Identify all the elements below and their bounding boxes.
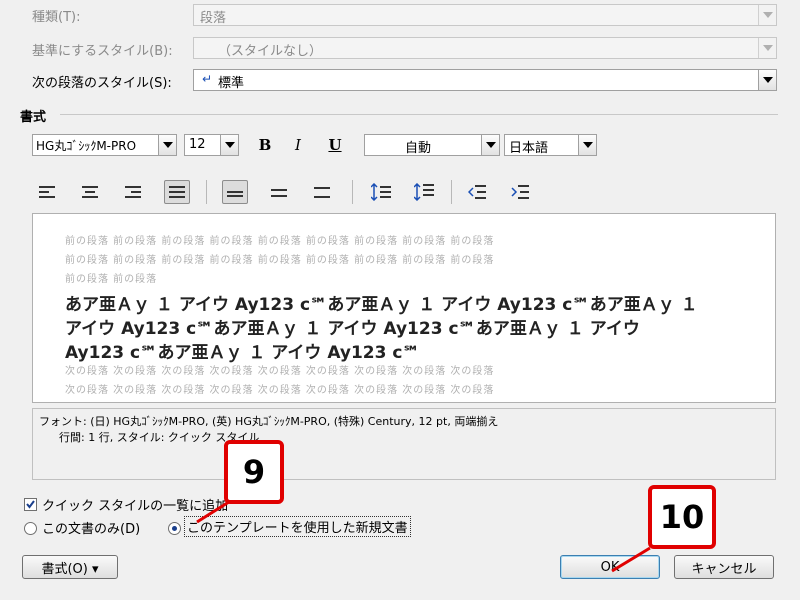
callout-10-pointer	[611, 546, 651, 573]
callout-step-10: 10	[648, 485, 716, 549]
callout-step-9: 9	[224, 440, 284, 504]
